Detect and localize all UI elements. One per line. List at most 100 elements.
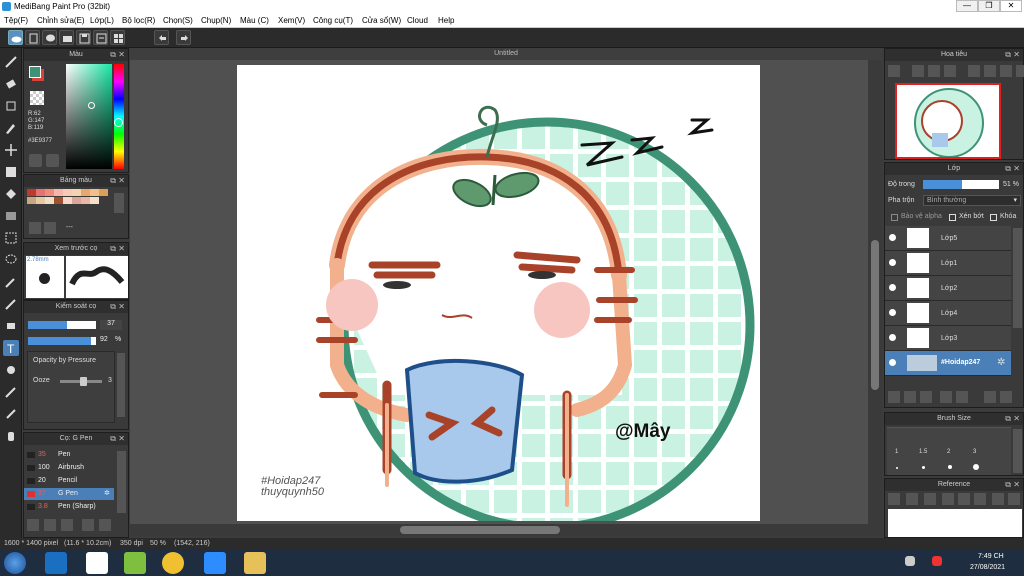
lasso-tool-icon[interactable] — [3, 252, 19, 268]
dock-icon[interactable]: ⧉ — [1005, 49, 1011, 61]
menu-edit[interactable]: Chỉnh sửa(E) — [37, 16, 85, 25]
zoom-plus-icon[interactable] — [942, 493, 954, 505]
layer-more-icon[interactable] — [1000, 391, 1012, 403]
reference-more-icon[interactable] — [1008, 493, 1020, 505]
reset-icon[interactable] — [984, 65, 996, 77]
layer-row[interactable]: Lớp3 — [885, 326, 1011, 351]
fill-rect-icon[interactable] — [3, 164, 19, 180]
tray-icon[interactable] — [905, 556, 915, 566]
layer-row[interactable]: Lớp4 — [885, 301, 1011, 326]
save-icon[interactable] — [76, 30, 91, 45]
palette-swatch[interactable] — [54, 189, 63, 196]
protect-alpha-checkbox[interactable] — [891, 214, 898, 221]
cloud-icon[interactable] — [8, 30, 23, 45]
magic-wand-icon[interactable] — [3, 274, 19, 290]
delete-palette-icon[interactable] — [44, 222, 56, 234]
eyedropper-icon[interactable] — [992, 493, 1004, 505]
brush-size-value[interactable]: 37 — [100, 320, 122, 330]
menu-color[interactable]: Màu (C) — [240, 16, 269, 25]
palette-swatch[interactable] — [90, 189, 99, 196]
brush-size-option[interactable]: 1.5 — [919, 449, 927, 455]
palette-swatch[interactable] — [81, 197, 90, 204]
brush-settings-icon[interactable]: ✲ — [104, 489, 110, 497]
menu-tools[interactable]: Công cụ(T) — [313, 16, 353, 25]
move-tool-icon[interactable] — [3, 142, 19, 158]
menu-select[interactable]: Chọn(S) — [163, 16, 193, 25]
new-file-icon[interactable] — [25, 30, 40, 45]
maximize-button[interactable]: ❒ — [978, 0, 1000, 12]
clipping-checkbox[interactable] — [949, 214, 956, 221]
horizontal-scrollbar[interactable] — [130, 524, 882, 536]
close-icon[interactable]: ✕ — [118, 301, 125, 313]
layer-row-selected[interactable]: #Hoidap247 ✲ — [885, 351, 1011, 376]
brush-file-icon[interactable] — [82, 519, 94, 531]
palette-swatch[interactable] — [45, 189, 54, 196]
flip-icon[interactable] — [1016, 65, 1024, 77]
hue-slider[interactable] — [114, 64, 124, 169]
dock-icon[interactable]: ⧉ — [1005, 163, 1011, 175]
dot-tool-icon[interactable] — [3, 98, 19, 114]
undo-icon[interactable] — [154, 30, 169, 45]
fit-icon[interactable] — [928, 65, 940, 77]
close-icon[interactable]: ✕ — [1013, 49, 1020, 61]
zalo-icon[interactable] — [86, 552, 108, 574]
vertical-scrollbar[interactable] — [868, 60, 882, 524]
select-eraser-icon[interactable] — [3, 318, 19, 334]
foreground-color-swatch[interactable] — [29, 66, 41, 78]
brush-item[interactable]: 20 Pencil — [24, 475, 114, 487]
brush-opacity-slider[interactable] — [28, 337, 96, 345]
grid-icon[interactable] — [110, 30, 125, 45]
transparent-swatch[interactable] — [30, 91, 44, 105]
close-icon[interactable]: ✕ — [118, 49, 125, 61]
open-folder-icon[interactable] — [906, 493, 918, 505]
eyedropper-icon[interactable] — [3, 384, 19, 400]
brush-item[interactable]: 3.8 Pen (Sharp) — [24, 501, 114, 513]
brush-size-slider[interactable] — [28, 321, 96, 329]
layer-folder-icon[interactable] — [956, 391, 968, 403]
close-icon[interactable]: ✕ — [118, 243, 125, 255]
select-tool-icon[interactable] — [3, 230, 19, 246]
zoom-plus-icon[interactable] — [912, 65, 924, 77]
zoom-in-icon[interactable] — [888, 65, 900, 77]
eye-icon[interactable] — [889, 334, 896, 341]
layer-settings-icon[interactable]: ✲ — [997, 357, 1005, 368]
merge-layer-icon[interactable] — [984, 391, 996, 403]
palette-swatch[interactable] — [81, 189, 90, 196]
brush-list-scrollbar[interactable] — [117, 451, 126, 513]
copy-brush-icon[interactable] — [44, 519, 56, 531]
explorer-icon[interactable] — [244, 552, 266, 574]
menu-filter[interactable]: Bộ lọc(R) — [122, 16, 155, 25]
dock-icon[interactable]: ⧉ — [1005, 479, 1011, 491]
menu-window[interactable]: Cửa sổ(W) — [362, 16, 401, 25]
menu-cloud[interactable]: Cloud — [407, 16, 428, 25]
redo-icon[interactable] — [176, 30, 191, 45]
blend-mode-dropdown[interactable]: Bình thường ▾ — [923, 195, 1021, 206]
zoom-minus-icon[interactable] — [974, 493, 986, 505]
brush-folder-icon[interactable] — [99, 519, 111, 531]
menu-view[interactable]: Xem(V) — [278, 16, 305, 25]
navigator-thumbnail[interactable] — [895, 83, 1001, 159]
pen-tool-icon[interactable] — [3, 120, 19, 136]
tray-icon[interactable] — [932, 556, 942, 566]
copy-layer-icon[interactable] — [904, 391, 916, 403]
dock-icon[interactable]: ⧉ — [110, 175, 116, 187]
start-button[interactable] — [4, 552, 26, 574]
eye-icon[interactable] — [889, 309, 896, 316]
picker-cursor[interactable] — [88, 102, 95, 109]
brush-size-grid[interactable]: 1 1.5 2 3 — [887, 427, 1011, 475]
add-brush-icon[interactable] — [27, 519, 39, 531]
hand-tool-icon[interactable] — [3, 428, 19, 444]
dock-icon[interactable]: ⧉ — [110, 433, 116, 445]
saturation-value-picker[interactable] — [66, 64, 112, 169]
brush-item[interactable]: 35 Pen — [24, 449, 114, 461]
upload-icon[interactable] — [888, 493, 900, 505]
layer-list-scrollbar[interactable] — [1013, 228, 1022, 328]
palette-swatch[interactable] — [45, 197, 54, 204]
ie-icon[interactable] — [45, 552, 67, 574]
chrome-icon[interactable] — [162, 552, 184, 574]
coccoc-icon[interactable] — [124, 552, 146, 574]
rotate-icon[interactable] — [968, 65, 980, 77]
open-icon[interactable] — [59, 30, 74, 45]
layer-row[interactable]: Lớp5 — [885, 226, 1011, 251]
eye-icon[interactable] — [889, 234, 896, 241]
